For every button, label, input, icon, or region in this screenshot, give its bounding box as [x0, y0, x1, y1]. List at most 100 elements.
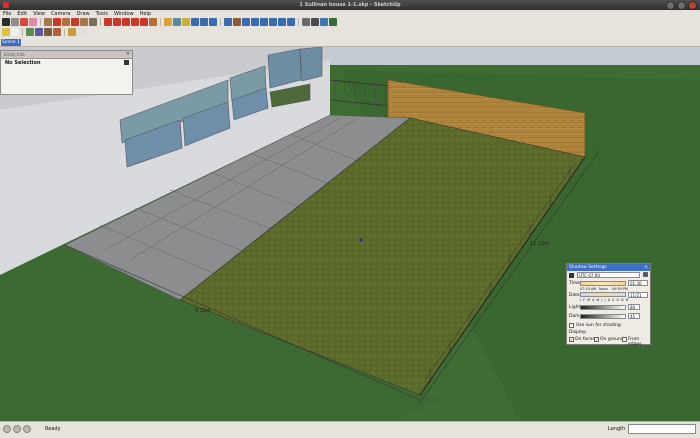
new-file-icon[interactable]: [2, 28, 10, 36]
tape-measure-icon[interactable]: [164, 18, 172, 26]
dimension-icon[interactable]: [173, 18, 181, 26]
menu-tools[interactable]: Tools: [93, 10, 111, 17]
model-scene: 9.11m 11.13m: [0, 47, 700, 421]
entity-info-close-icon[interactable]: ×: [126, 51, 130, 58]
shadow-settings-close-icon[interactable]: ×: [644, 264, 648, 271]
shadow-settings-panel: Shadow Settings × UTC-07:00 Time 07:19 A…: [566, 263, 651, 347]
from-edges-label: From edges: [628, 337, 642, 347]
menu-view[interactable]: View: [30, 10, 48, 17]
dark-label: Dark: [569, 314, 580, 319]
section-plane-icon[interactable]: [311, 18, 319, 26]
measurements-field[interactable]: [628, 424, 696, 434]
dark-field[interactable]: 45: [628, 313, 640, 319]
select-arrow-icon[interactable]: [2, 18, 10, 26]
menu-file[interactable]: File: [0, 10, 14, 17]
minimize-button[interactable]: [666, 1, 675, 10]
zoom-window-icon[interactable]: [251, 18, 259, 26]
dimension-side-label: 11.13m: [530, 241, 549, 247]
date-field[interactable]: 11/21: [628, 292, 648, 298]
polygon-icon[interactable]: [80, 18, 88, 26]
paint-bucket-icon[interactable]: [20, 18, 28, 26]
pan-icon[interactable]: [233, 18, 241, 26]
share-component-icon[interactable]: [44, 28, 52, 36]
eraser-icon[interactable]: [29, 18, 37, 26]
date-slider[interactable]: [580, 292, 626, 297]
display-label: Display:: [569, 330, 587, 335]
length-label: Length: [608, 426, 626, 432]
title-bar: 1 Sullivan house 1-1.skp - SketchUp: [0, 0, 700, 10]
menu-window[interactable]: Window: [111, 10, 137, 17]
time-scale-end: 04:59 PM: [612, 287, 628, 291]
follow-me-icon[interactable]: [131, 18, 139, 26]
credits-icon[interactable]: [13, 425, 21, 433]
make-component-icon[interactable]: [11, 18, 19, 26]
scale-icon[interactable]: [140, 18, 148, 26]
3d-text-icon[interactable]: [209, 18, 217, 26]
scene-tab[interactable]: Scene 1: [1, 39, 21, 46]
on-faces-checkbox[interactable]: ✓: [569, 337, 574, 342]
time-field[interactable]: 01:30: [628, 280, 648, 286]
main-toolbar: [0, 17, 700, 27]
rotate-icon[interactable]: [122, 18, 130, 26]
menu-help[interactable]: Help: [137, 10, 154, 17]
line-pencil-icon[interactable]: [53, 18, 61, 26]
warehouse-icon[interactable]: [329, 18, 337, 26]
toolbar-separator: [40, 18, 42, 26]
entity-info-title: Entity Info: [4, 52, 25, 57]
freehand-icon[interactable]: [89, 18, 97, 26]
component-icon[interactable]: [68, 28, 76, 36]
text-icon[interactable]: [191, 18, 199, 26]
rectangle-icon[interactable]: [44, 18, 52, 26]
maximize-button[interactable]: [677, 1, 686, 10]
axes-origin-marker: [359, 238, 363, 242]
axes-icon[interactable]: [200, 18, 208, 26]
toolbar-separator: [64, 28, 66, 36]
on-ground-checkbox[interactable]: ✓: [594, 337, 599, 342]
light-slider[interactable]: [580, 305, 626, 310]
circle-icon[interactable]: [62, 18, 70, 26]
orbit-icon[interactable]: [224, 18, 232, 26]
use-sun-label: Use sun for shading: [576, 323, 621, 328]
time-slider[interactable]: [580, 281, 626, 286]
toolbar-separator: [22, 28, 24, 36]
use-sun-checkbox[interactable]: [569, 323, 574, 328]
add-location-icon[interactable]: [53, 28, 61, 36]
model-viewport[interactable]: 9.11m 11.13m: [0, 47, 700, 421]
geo-location-icon[interactable]: [3, 425, 11, 433]
position-camera-icon[interactable]: [278, 18, 286, 26]
open-file-icon[interactable]: [11, 28, 19, 36]
on-ground-label: On ground: [600, 337, 624, 342]
look-around-icon[interactable]: [302, 18, 310, 26]
time-label: Time: [569, 281, 581, 286]
shadow-toggle-icon[interactable]: [569, 273, 574, 278]
help-icon[interactable]: [23, 425, 31, 433]
pin-icon[interactable]: [124, 60, 129, 65]
entity-info-selection: No Selection: [5, 60, 41, 66]
menu-edit[interactable]: Edit: [14, 10, 30, 17]
previous-view-icon[interactable]: [269, 18, 277, 26]
offset-icon[interactable]: [149, 18, 157, 26]
status-text: Ready: [45, 426, 61, 432]
export-icon[interactable]: [77, 28, 85, 36]
get-models-icon[interactable]: [26, 28, 34, 36]
arc-icon[interactable]: [71, 18, 79, 26]
push-pull-icon[interactable]: [113, 18, 121, 26]
timezone-select[interactable]: UTC-07:00: [577, 272, 640, 278]
share-model-icon[interactable]: [35, 28, 43, 36]
shadow-settings-title: Shadow Settings: [569, 265, 607, 270]
google-earth-icon[interactable]: [320, 18, 328, 26]
walk-icon[interactable]: [287, 18, 295, 26]
expand-icon[interactable]: [643, 272, 648, 277]
protractor-icon[interactable]: [182, 18, 190, 26]
move-icon[interactable]: [104, 18, 112, 26]
zoom-extents-icon[interactable]: [260, 18, 268, 26]
menu-camera[interactable]: Camera: [48, 10, 74, 17]
close-button[interactable]: [688, 1, 697, 10]
light-field[interactable]: 80: [628, 304, 640, 310]
dark-slider[interactable]: [580, 314, 626, 319]
entity-info-panel: Entity Info × No Selection: [0, 50, 133, 95]
menu-draw[interactable]: Draw: [74, 10, 93, 17]
from-edges-checkbox[interactable]: [622, 337, 627, 342]
zoom-icon[interactable]: [242, 18, 250, 26]
dimension-front-label: 9.11m: [195, 308, 211, 314]
